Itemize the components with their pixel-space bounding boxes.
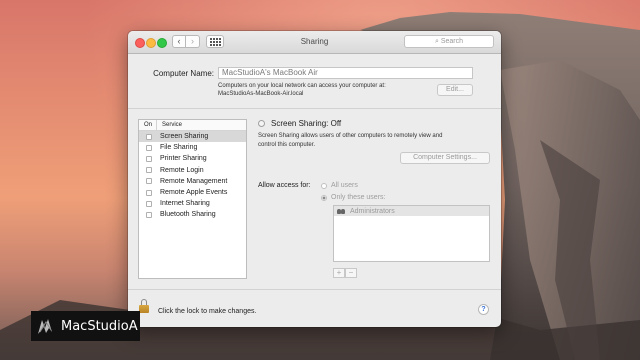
list-item[interactable]: Remote Apple Events bbox=[139, 187, 246, 198]
computer-name-input[interactable]: MacStudioA's MacBook Air bbox=[218, 67, 473, 79]
search-placeholder: Search bbox=[440, 38, 464, 45]
service-checkbox[interactable] bbox=[146, 189, 152, 196]
service-label: Internet Sharing bbox=[160, 200, 210, 208]
header-on: On bbox=[139, 120, 157, 130]
local-address-note: Computers on your local network can acce… bbox=[218, 82, 386, 98]
watermark-text: MacStudioA bbox=[61, 318, 138, 334]
access-note-line1: Computers on your local network can acce… bbox=[218, 83, 386, 89]
help-button[interactable]: ? bbox=[478, 304, 489, 315]
allowed-users-list: Administrators bbox=[333, 205, 490, 262]
service-description: Screen Sharing allows users of other com… bbox=[258, 132, 488, 150]
remove-user-button[interactable]: − bbox=[345, 268, 357, 278]
status-row: Screen Sharing: Off bbox=[258, 119, 341, 128]
service-checkbox[interactable] bbox=[146, 211, 152, 218]
service-label: Remote Login bbox=[160, 166, 204, 174]
list-item[interactable]: Printer Sharing bbox=[139, 153, 246, 164]
list-item[interactable]: Screen Sharing bbox=[139, 131, 246, 143]
allow-access-label: Allow access for: bbox=[258, 182, 311, 189]
status-label: Screen Sharing: Off bbox=[271, 119, 342, 128]
lock-icon[interactable] bbox=[139, 299, 149, 313]
status-indicator-icon bbox=[258, 120, 265, 127]
radio-only-these-users[interactable]: Only these users: bbox=[321, 194, 385, 201]
description-line2: control this computer. bbox=[258, 142, 316, 148]
computer-settings-button[interactable]: Computer Settings... bbox=[400, 152, 490, 164]
radio-all-users[interactable]: All users bbox=[321, 182, 358, 189]
edit-button[interactable]: Edit... bbox=[437, 84, 473, 96]
service-checkbox[interactable] bbox=[146, 200, 152, 207]
divider bbox=[128, 108, 501, 109]
service-label: Bluetooth Sharing bbox=[160, 211, 216, 219]
footer-divider bbox=[128, 289, 501, 290]
service-checkbox[interactable] bbox=[146, 178, 152, 185]
list-item[interactable]: Remote Management bbox=[139, 176, 246, 187]
add-user-button[interactable]: + bbox=[333, 268, 345, 278]
service-label: Remote Management bbox=[160, 177, 228, 185]
computer-name-label: Computer Name: bbox=[153, 69, 214, 78]
watermark-logo: MacStudioA bbox=[31, 311, 140, 341]
service-list-header: On Service bbox=[139, 120, 246, 131]
macstudio-logo-icon bbox=[38, 319, 52, 334]
lock-message: Click the lock to make changes. bbox=[158, 308, 257, 315]
service-rows: Screen Sharing File Sharing Printer Sharin… bbox=[139, 131, 246, 221]
service-checkbox[interactable] bbox=[146, 155, 152, 162]
list-item[interactable]: Remote Login bbox=[139, 165, 246, 176]
list-item[interactable]: Bluetooth Sharing bbox=[139, 209, 246, 220]
service-label: Screen Sharing bbox=[160, 133, 209, 141]
service-checkbox[interactable] bbox=[146, 133, 152, 140]
list-item[interactable]: Administrators bbox=[334, 206, 489, 216]
title-bar: ‹ › Sharing ⌕ Search bbox=[128, 31, 501, 54]
service-list: On Service Screen Sharing File Sharing Pri… bbox=[138, 119, 247, 279]
user-name: Administrators bbox=[350, 207, 395, 215]
list-item[interactable]: File Sharing bbox=[139, 142, 246, 153]
service-label: File Sharing bbox=[160, 144, 198, 152]
header-service: Service bbox=[162, 122, 183, 128]
list-item[interactable]: Internet Sharing bbox=[139, 198, 246, 209]
search-field[interactable]: ⌕ Search bbox=[404, 35, 494, 48]
sharing-window: ‹ › Sharing ⌕ Search Computer Name: MacS… bbox=[128, 31, 501, 327]
service-checkbox[interactable] bbox=[146, 167, 152, 174]
local-hostname: MacStudioAs-MacBook-Air.local bbox=[218, 91, 304, 97]
group-icon bbox=[337, 208, 346, 214]
radio-only-users-label: Only these users: bbox=[331, 194, 386, 201]
service-label: Remote Apple Events bbox=[160, 189, 228, 197]
radio-icon bbox=[321, 182, 327, 189]
radio-selected-icon bbox=[321, 194, 327, 201]
service-label: Printer Sharing bbox=[160, 155, 207, 163]
radio-all-users-label: All users bbox=[331, 182, 358, 189]
description-line1: Screen Sharing allows users of other com… bbox=[258, 133, 443, 139]
service-checkbox[interactable] bbox=[146, 144, 152, 151]
